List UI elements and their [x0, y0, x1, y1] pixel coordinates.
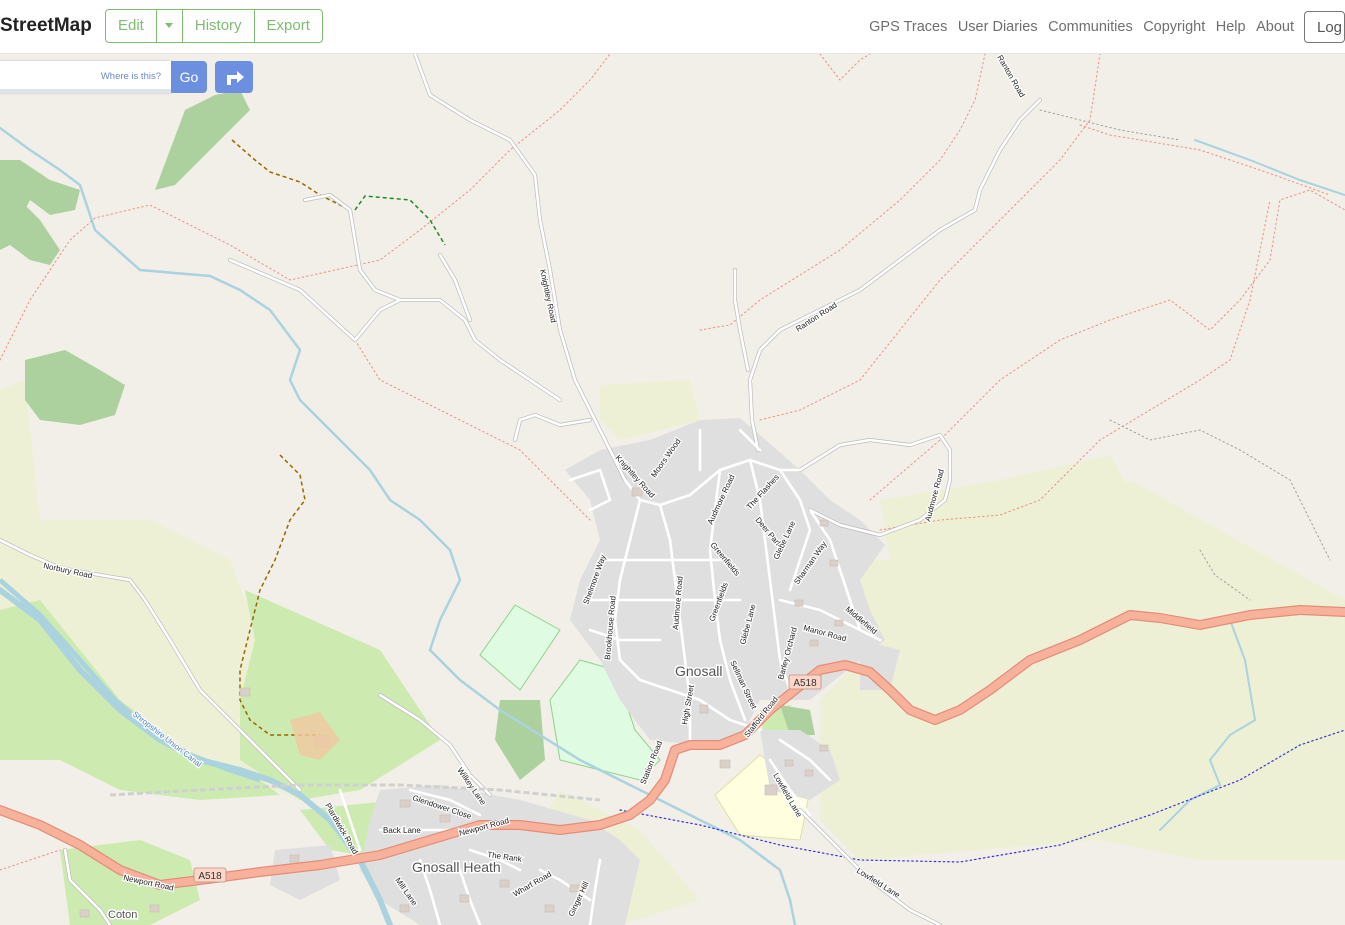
route-ref-label: A518 — [793, 678, 817, 689]
directions-button[interactable] — [215, 61, 253, 93]
login-button[interactable]: Log — [1304, 11, 1345, 43]
nav-help[interactable]: Help — [1216, 19, 1246, 35]
nav-communities[interactable]: Communities — [1048, 19, 1133, 35]
place-gnosall: Gnosall — [675, 663, 722, 679]
nav-copyright[interactable]: Copyright — [1143, 19, 1205, 35]
route-shield-a518-west: A518 — [193, 867, 227, 883]
header-bar: StreetMap Edit History Export GPS Traces… — [0, 0, 1345, 54]
edit-dropdown-button[interactable] — [155, 10, 182, 42]
map-view[interactable]: A518 A518 Gnosall Gnosall Heath Coton Ra… — [0, 52, 1345, 925]
chevron-down-icon — [165, 22, 174, 28]
route-shield-a518-east: A518 — [788, 674, 822, 690]
route-ref-label: A518 — [198, 871, 222, 882]
export-button[interactable]: Export — [253, 10, 322, 42]
nav-gps-traces[interactable]: GPS Traces — [869, 19, 947, 35]
edit-button-group: Edit History Export — [105, 9, 323, 43]
place-coton: Coton — [108, 909, 137, 921]
go-button[interactable]: Go — [171, 61, 207, 93]
site-brand[interactable]: StreetMap — [0, 15, 92, 37]
map-canvas[interactable]: A518 A518 Gnosall Gnosall Heath Coton Ra… — [0, 52, 1345, 925]
where-is-this-link[interactable]: Where is this? — [101, 71, 161, 82]
road-label: Back Lane — [383, 826, 421, 835]
place-gnosall-heath: Gnosall Heath — [412, 859, 501, 875]
directions-icon — [227, 71, 244, 85]
secondary-nav: GPS Traces User Diaries Communities Copy… — [859, 0, 1345, 54]
nav-user-diaries[interactable]: User Diaries — [958, 19, 1038, 35]
edit-button[interactable]: Edit — [106, 10, 156, 42]
search-input[interactable]: Where is this? — [0, 61, 171, 93]
history-button[interactable]: History — [181, 10, 254, 42]
nav-about[interactable]: About — [1256, 19, 1294, 35]
